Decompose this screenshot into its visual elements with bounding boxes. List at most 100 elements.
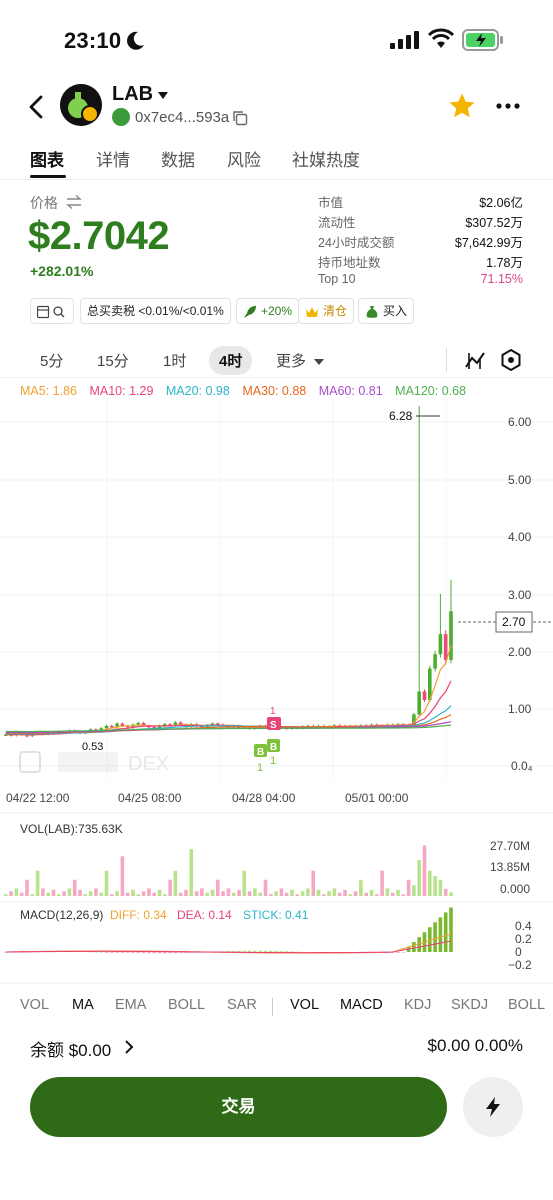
tax-chip[interactable]: 总买卖税 <0.01%/<0.01%: [80, 298, 231, 324]
settings-hexagon-icon[interactable]: [500, 348, 522, 372]
sub-ind-skdj[interactable]: SKDJ: [451, 997, 488, 1013]
tab-chart[interactable]: 图表: [30, 146, 64, 171]
main-ind-ema[interactable]: EMA: [115, 997, 146, 1013]
volume-bar: [231, 892, 236, 896]
interval-15m[interactable]: 15分: [97, 350, 129, 371]
quick-trade-button[interactable]: [463, 1077, 523, 1137]
volume-bar: [263, 879, 268, 896]
volume-bar: [327, 891, 331, 896]
volume-bar: [147, 888, 151, 896]
y-tick: 0.0₄: [511, 759, 533, 773]
macd-bar: [163, 952, 167, 954]
sub-ind-kdj[interactable]: KDJ: [404, 997, 431, 1013]
position-value: $0.00 0.00%: [427, 1036, 523, 1055]
volume-bar: [25, 879, 29, 896]
calendar-search-chip[interactable]: [30, 298, 74, 324]
volume-bar: [443, 888, 448, 896]
caret-down-icon[interactable]: [158, 92, 168, 100]
volume-bar: [237, 889, 241, 896]
vol-tick: 27.70M: [490, 839, 530, 853]
volume-bars: [4, 845, 453, 896]
volume-bar: [428, 870, 432, 896]
ma20-label: MA20: 0.98: [165, 384, 230, 398]
macd-stick: STICK: 0.41: [243, 908, 309, 922]
tab-data[interactable]: 数据: [161, 146, 195, 171]
interval-4h[interactable]: 4时: [209, 346, 253, 375]
interval-5m[interactable]: 5分: [40, 350, 63, 371]
battery-icon: [462, 29, 503, 51]
interval-more[interactable]: 更多: [276, 350, 325, 371]
favorite-star-icon[interactable]: [448, 92, 476, 120]
main-ind-ma[interactable]: MA: [72, 997, 94, 1013]
tab-risk[interactable]: 风险: [227, 146, 261, 171]
verified-icon: [112, 108, 130, 126]
volume-bar: [375, 894, 379, 896]
y-tick: 6.00: [508, 415, 532, 429]
interval-1h[interactable]: 1时: [163, 350, 186, 371]
volume-bar: [35, 870, 40, 896]
main-ind-vol[interactable]: VOL: [20, 997, 49, 1013]
volume-bar: [72, 879, 77, 896]
volume-bar: [401, 894, 406, 896]
contract-address: 0x7ec4...593a: [135, 109, 230, 126]
volume-bar: [168, 879, 172, 896]
section-tabs: 图表 详情 数据 风险 社媒热度: [0, 136, 553, 180]
chevron-right-icon[interactable]: [124, 1040, 134, 1054]
macd-bar: [396, 952, 400, 953]
volume-bar: [205, 892, 209, 896]
swap-icon[interactable]: [66, 195, 82, 209]
indicator-icon[interactable]: [464, 349, 486, 371]
back-arrow-icon[interactable]: [22, 92, 52, 122]
balance-text[interactable]: 余额 $0.00: [30, 1036, 111, 1061]
macd-bar: [443, 912, 448, 952]
clear-position-chip[interactable]: 清仓: [298, 298, 355, 324]
boost-chip[interactable]: +20%: [236, 298, 300, 324]
volume-bar: [210, 889, 215, 896]
buy-chip[interactable]: 买入: [358, 298, 415, 324]
buy-marker-text: B: [257, 747, 264, 758]
macd-tick: 0.2: [515, 932, 532, 946]
sub-ind-vol[interactable]: VOL: [290, 997, 319, 1013]
candle: [104, 725, 109, 729]
calendar-search-icon: [36, 305, 65, 318]
volume-bar: [19, 892, 24, 896]
volume-bar: [173, 870, 178, 896]
trade-button[interactable]: 交易: [30, 1077, 447, 1137]
volume-bar: [9, 891, 13, 896]
macd-bar: [284, 951, 289, 953]
volume-bar: [449, 892, 453, 896]
volume-bar: [189, 849, 194, 896]
token-symbol[interactable]: LAB: [112, 83, 153, 106]
volume-bar: [83, 894, 88, 896]
macd-bar: [279, 951, 284, 952]
volume-bar: [78, 889, 82, 896]
copy-icon[interactable]: [232, 110, 248, 126]
main-ind-boll[interactable]: BOLL: [168, 997, 205, 1013]
macd-axis: 0.4 0.2 0 −0.2: [508, 919, 532, 972]
more-menu-icon[interactable]: [496, 102, 520, 110]
sub-ind-macd[interactable]: MACD: [340, 997, 383, 1013]
tab-details[interactable]: 详情: [96, 146, 130, 171]
macd-bar: [263, 950, 268, 952]
volume-bar: [422, 845, 427, 896]
volume-bar: [290, 889, 294, 896]
macd-bar: [433, 922, 437, 952]
volume-bar: [295, 894, 300, 896]
caret-down-icon: [314, 359, 325, 365]
macd-bar: [412, 942, 416, 952]
main-ind-sar[interactable]: SAR: [227, 997, 257, 1013]
macd-bar: [258, 950, 262, 952]
volume-bar: [62, 891, 66, 896]
price-chart[interactable]: DEX 6.28 0.53 2.70 S 1 B B 1 1 6.00 5.00…: [0, 400, 553, 985]
macd-dea: DEA: 0.14: [177, 908, 232, 922]
stat-top10: Top 10 71.15%: [318, 272, 523, 286]
volume-bar: [57, 894, 61, 896]
tab-social[interactable]: 社媒热度: [292, 146, 360, 171]
volume-bar: [258, 892, 262, 896]
sub-ind-boll[interactable]: BOLL: [508, 997, 545, 1013]
macd-dea-line: [5, 940, 452, 954]
volume-bar: [364, 892, 368, 896]
candles: [4, 405, 453, 738]
volume-bar: [178, 892, 183, 896]
price-change: +282.01%: [30, 263, 94, 279]
